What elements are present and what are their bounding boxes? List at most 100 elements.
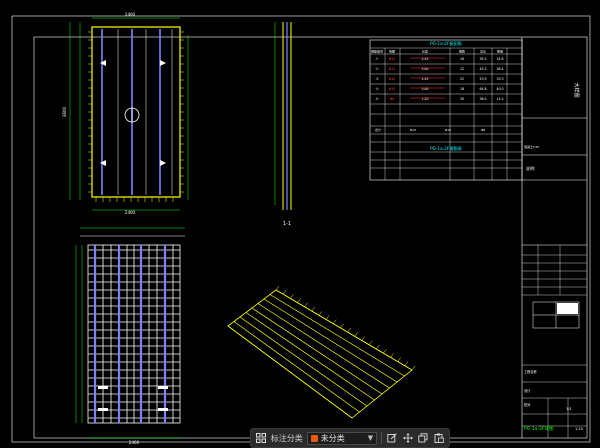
table-title-2: PG-1a-2F钢筋表 (430, 145, 462, 152)
annotation-category-label: 标注分类 (270, 433, 303, 443)
table-cell: 1.20 (421, 97, 428, 101)
chevron-down-icon: ▼ (367, 434, 374, 442)
table-cell: 36.0 (479, 97, 486, 101)
summary-cell: 合计 (375, 127, 381, 132)
summary-cell: Φ8 (481, 128, 485, 132)
iso-rebar (275, 289, 413, 371)
iso-tick (411, 365, 416, 371)
move-icon[interactable] (402, 432, 414, 444)
marker-block (98, 386, 108, 389)
table-header-cell: 总长 (480, 49, 486, 54)
table-cell: Φ8 (390, 97, 395, 101)
table-cell: ④ (376, 87, 379, 91)
table-cell: ② (376, 67, 379, 71)
section-label: 1-1 (283, 221, 291, 227)
iso-tick (325, 315, 330, 320)
table-cell: 39.2 (479, 57, 486, 61)
scale-text: 1:20 (575, 427, 583, 431)
toolbar-divider (381, 432, 383, 444)
table-cell: 40.0 (496, 87, 503, 91)
title-block-text: 大样图 (573, 82, 580, 97)
edit-icon[interactable] (386, 432, 398, 444)
section-view: 1-1 (274, 22, 292, 227)
annotation-toolbar: 标注分类 未分类 ▼ (250, 428, 450, 448)
designer-label: 设计 (524, 388, 531, 393)
dim-bottom-grid: 2400 (129, 440, 140, 445)
iso-tick (290, 294, 294, 299)
iso-tick (383, 349, 387, 354)
iso-rebar (263, 298, 398, 383)
iso-tick (347, 327, 351, 333)
table-cell: 34.8 (496, 57, 503, 61)
checker-label: 校对 (524, 402, 531, 407)
dim-top-text: 2400 (125, 12, 136, 17)
table-cell: 30 (460, 97, 464, 101)
iso-tick (275, 285, 280, 291)
table-cell: Φ12 (389, 67, 396, 71)
subnote-text: 混凝土C30 (524, 144, 539, 149)
table-cell: 33.3 (496, 77, 503, 81)
iso-tick (390, 353, 394, 358)
table-cell: 2.45 (421, 57, 428, 61)
iso-tick (282, 290, 287, 295)
table-header-cell: 根数 (459, 49, 465, 54)
dim-left-text: 3600 (62, 106, 67, 117)
table-cell: 53.9 (479, 77, 486, 81)
note-text: 说明: (526, 165, 535, 171)
iso-tick (397, 357, 401, 362)
table-cell: 3.60 (421, 67, 428, 71)
iso-tick (340, 323, 344, 329)
table-cell: 2.45 (421, 77, 428, 81)
project-label: 工程名称 (524, 369, 538, 374)
table-cell: ① (376, 57, 379, 61)
iso-tick (304, 302, 308, 307)
iso-tick (318, 311, 323, 316)
category-select[interactable]: 未分类 ▼ (306, 431, 378, 445)
table-cell: 38.4 (496, 67, 503, 71)
table-cell: 18 (460, 87, 464, 91)
table-cell: 64.8 (479, 87, 486, 91)
cad-drawing-canvas[interactable]: 2400 2400 3600 1-1 PG-1a-2F板配筋 PG-1a-2F钢… (0, 0, 600, 448)
bottom-plan-view: 2400 (75, 227, 185, 445)
table-cell: 22 (460, 77, 464, 81)
iso-tick (368, 340, 373, 345)
grid-icon[interactable] (255, 432, 267, 444)
dim-bottom-text: 2400 (125, 210, 136, 215)
table-cell: Φ10 (389, 77, 396, 81)
table-cell: 3.60 (421, 87, 428, 91)
iso-tick (404, 361, 409, 366)
paste-icon[interactable] (433, 432, 445, 444)
sheet-code-text: PG-1a-2F详图 (524, 425, 554, 432)
iso-tick (297, 298, 301, 303)
category-select-value: 未分类 (320, 433, 345, 443)
category-color-swatch (310, 434, 318, 442)
summary-cell: Φ10 (445, 128, 451, 132)
table-cell: 43.2 (479, 67, 486, 71)
table-cell: 14.2 (496, 97, 503, 101)
marker-block (158, 408, 168, 411)
rebar-table: PG-1a-2F板配筋 PG-1a-2F钢筋表 钢筋编号 简图 长度 根数 总长 重量 ① Φ… (369, 39, 523, 181)
table-header-cell: 长度 (422, 49, 428, 54)
table-header-cell: 简图 (389, 49, 395, 54)
top-plan-view: 2400 2400 3600 (62, 12, 189, 215)
iso-tick (311, 306, 315, 312)
marker-block (158, 386, 168, 389)
table-cell: Φ10 (389, 87, 396, 91)
table-cell: 16 (460, 57, 464, 61)
table-cell: ⑤ (376, 97, 379, 101)
table-title-1: PG-1a-2F板配筋 (430, 40, 462, 47)
iso-tick (376, 344, 380, 350)
table-cell: Φ12 (389, 57, 396, 61)
table-cell: ③ (376, 77, 379, 81)
iso-tick (333, 319, 337, 324)
sheet-no-text: 1/1 (566, 407, 572, 411)
title-block: 大样图 说明: 混凝土C30 工程名称 设计 校对 PG-1a-2F详图 1/1… (521, 37, 587, 438)
copy-icon[interactable] (418, 432, 430, 444)
table-cell: 12 (460, 67, 464, 71)
table-header-cell: 重量 (497, 49, 503, 54)
summary-cell: Φ12 (410, 128, 416, 132)
iso-tick (354, 332, 358, 337)
iso-tick (361, 336, 366, 341)
table-header-cell: 钢筋编号 (371, 49, 383, 54)
isometric-view (227, 285, 416, 419)
